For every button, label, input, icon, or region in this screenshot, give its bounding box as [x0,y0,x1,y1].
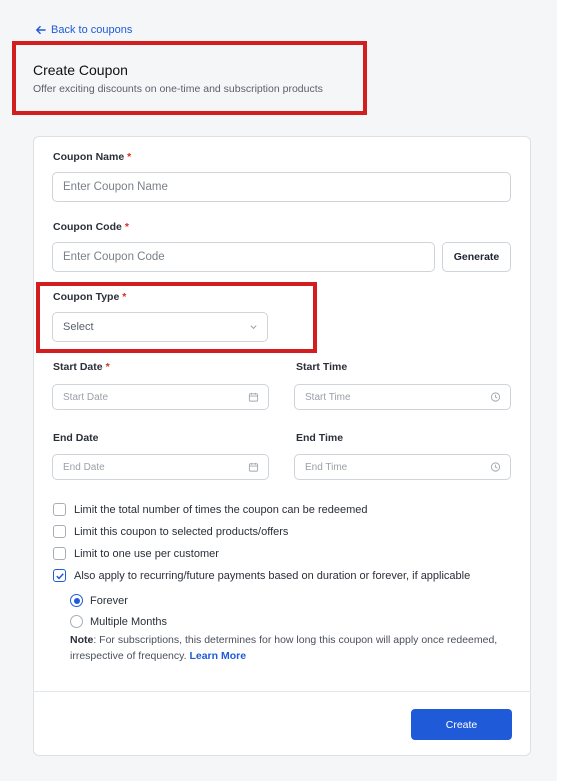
arrow-left-icon [35,25,46,35]
radio-dot [73,597,80,604]
start-time-label: Start Time [296,361,348,373]
radio-circle[interactable] [70,615,83,628]
checkbox-label: Also apply to recurring/future payments … [74,569,471,582]
end-date-label: End Date [53,432,99,444]
footer-divider [33,691,531,692]
coupon-type-label: Coupon Type * [53,291,127,303]
coupon-code-input[interactable]: Enter Coupon Code [52,242,435,272]
right-gutter [557,0,561,781]
duration-forever-radio[interactable]: Forever [70,594,128,607]
checkbox-label: Limit this coupon to selected products/o… [74,525,289,538]
note-text: : For subscriptions, this determines for… [70,634,498,662]
end-time-label: End Time [296,432,344,444]
start-time-input[interactable]: Start Time [294,384,511,410]
start-date-label: Start Date * [53,361,110,373]
calendar-icon [248,462,259,472]
generate-button[interactable]: Generate [442,242,511,272]
learn-more-link[interactable]: Learn More [189,650,246,662]
limit-total-redemptions-checkbox[interactable]: Limit the total number of times the coup… [53,503,368,516]
page-subtitle: Offer exciting discounts on one-time and… [33,83,323,95]
one-use-per-customer-checkbox[interactable]: Limit to one use per customer [53,547,219,560]
radio-label: Forever [90,594,128,607]
calendar-icon [248,392,259,402]
radio-label: Multiple Months [90,615,168,628]
note-prefix: Note [70,634,94,646]
limit-products-checkbox[interactable]: Limit this coupon to selected products/o… [53,525,288,538]
duration-multiple-months-radio[interactable]: Multiple Months [70,615,167,628]
checkbox-box[interactable] [53,503,66,516]
required-marker: * [127,151,132,163]
chevron-down-icon [250,325,257,330]
checkbox-box[interactable] [53,525,66,538]
checkbox-label: Limit the total number of times the coup… [74,503,368,516]
clock-icon [490,392,501,402]
coupon-code-label: Coupon Code * [53,221,129,233]
back-link-label: Back to coupons [51,24,133,36]
checkmark-icon [55,572,64,579]
checkbox-box[interactable] [53,569,66,582]
coupon-type-select[interactable]: Select [52,312,268,342]
subscription-note: Note: For subscriptions, this determines… [70,632,500,664]
checkbox-box[interactable] [53,547,66,560]
radio-circle[interactable] [70,594,83,607]
apply-recurring-checkbox[interactable]: Also apply to recurring/future payments … [53,569,470,582]
create-button[interactable]: Create [411,709,512,740]
header-highlight-box [12,41,367,115]
required-marker: * [122,291,127,303]
required-marker: * [105,361,110,373]
page-title: Create Coupon [33,62,128,78]
clock-icon [490,462,501,472]
coupon-name-label: Coupon Name * [53,151,132,163]
end-time-input[interactable]: End Time [294,454,511,480]
back-to-coupons-link[interactable]: Back to coupons [35,24,132,36]
end-date-input[interactable]: End Date [52,454,269,480]
checkbox-label: Limit to one use per customer [74,547,219,560]
coupon-name-input[interactable]: Enter Coupon Name [52,172,511,202]
required-marker: * [124,221,129,233]
start-date-input[interactable]: Start Date [52,384,269,410]
